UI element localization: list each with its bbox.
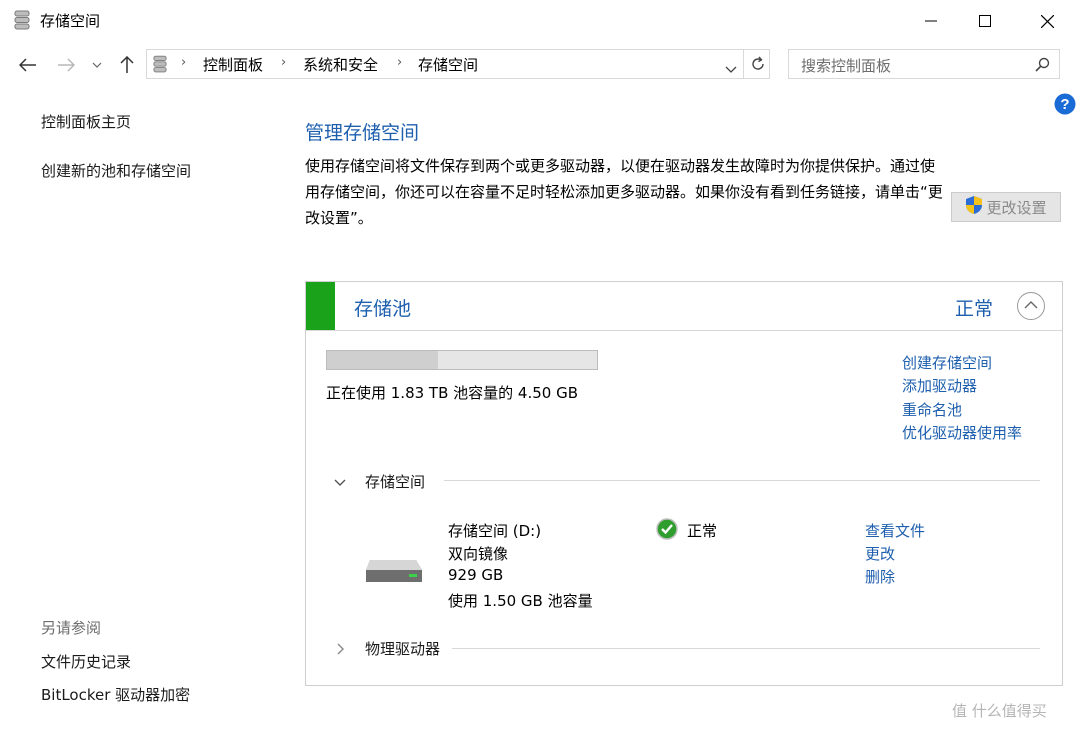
storage-pool-panel: 存储池 正常 正在使用 1.83 TB 池容量的 4.50 GB 创建存储空间 … (305, 281, 1063, 686)
up-button[interactable] (113, 52, 141, 78)
refresh-icon (752, 56, 764, 70)
breadcrumb-system-security[interactable]: 系统和安全 (303, 54, 378, 75)
search-placeholder: 搜索控制面板 (801, 57, 892, 75)
search-input[interactable]: 搜索控制面板 (788, 49, 1060, 79)
chevron-down-icon (725, 66, 737, 73)
pool-status: 正常 (955, 298, 994, 320)
breadcrumb-separator[interactable]: › (397, 55, 402, 70)
pool-header: 存储池 正常 (306, 282, 1062, 331)
breadcrumb-control-panel[interactable]: 控制面板 (203, 54, 263, 75)
hard-drive-icon (364, 556, 424, 592)
section-divider (444, 480, 1040, 481)
minimize-button[interactable] (904, 0, 958, 42)
maximize-icon (979, 15, 991, 27)
bitlocker-link[interactable]: BitLocker 驱动器加密 (41, 684, 190, 705)
control-panel-home-link[interactable]: 控制面板主页 (41, 111, 131, 132)
drive-type: 双向镜像 (448, 545, 509, 563)
change-space-link[interactable]: 更改 (865, 543, 895, 564)
close-icon (1040, 14, 1054, 28)
watermark: 值 什么值得买 (952, 702, 1047, 720)
pool-status-indicator (306, 282, 335, 330)
address-divider (743, 50, 744, 78)
title-bar: 存储空间 (0, 0, 1080, 42)
uac-shield-icon (965, 195, 983, 219)
spaces-section-label: 存储空间 (365, 473, 426, 491)
change-settings-label: 更改设置 (986, 198, 1047, 217)
page-title: 管理存储空间 (305, 122, 420, 144)
close-button[interactable] (1020, 0, 1074, 42)
chevron-down-icon (92, 62, 102, 68)
view-files-link[interactable]: 查看文件 (865, 520, 925, 541)
drive-status: 正常 (687, 522, 718, 540)
drive-name: 存储空间 (D:) (448, 522, 542, 540)
chevron-up-icon (1024, 301, 1038, 309)
chevron-right-icon (337, 643, 344, 655)
pool-title: 存储池 (354, 298, 412, 320)
pool-usage-fill (327, 351, 438, 369)
address-bar[interactable]: › 控制面板 › 系统和安全 › 存储空间 (146, 49, 770, 79)
chevron-down-icon (334, 479, 346, 486)
see-also-label: 另请参阅 (41, 619, 102, 637)
breadcrumb-storage-spaces[interactable]: 存储空间 (418, 54, 478, 75)
drive-usage: 使用 1.50 GB 池容量 (448, 592, 593, 610)
help-icon[interactable]: ? (1054, 93, 1076, 119)
maximize-button[interactable] (958, 0, 1012, 42)
spaces-section-toggle[interactable] (334, 473, 346, 491)
page-description: 使用存储空间将文件保存到两个或更多驱动器，以便在驱动器发生故障时为你提供保护。通… (305, 157, 943, 227)
collapse-pool-button[interactable] (1017, 292, 1045, 320)
drive-size: 929 GB (448, 566, 504, 584)
arrow-up-icon (120, 56, 134, 73)
breadcrumb-separator[interactable]: › (281, 55, 286, 70)
pool-usage-bar (326, 350, 598, 370)
forward-button[interactable] (52, 52, 80, 78)
physical-section-label: 物理驱动器 (365, 640, 441, 658)
window-title: 存储空间 (40, 12, 101, 30)
refresh-button[interactable] (750, 56, 766, 76)
back-button[interactable] (14, 52, 42, 78)
minimize-icon (925, 20, 937, 22)
arrow-right-icon (58, 58, 75, 72)
svg-text:?: ? (1060, 96, 1069, 113)
create-space-link[interactable]: 创建存储空间 (902, 352, 992, 373)
file-history-link[interactable]: 文件历史记录 (41, 651, 131, 672)
recent-locations-button[interactable] (86, 52, 108, 78)
optimize-drive-usage-link[interactable]: 优化驱动器使用率 (902, 422, 1022, 443)
add-drives-link[interactable]: 添加驱动器 (902, 375, 977, 396)
section-divider (452, 648, 1040, 649)
create-pool-link[interactable]: 创建新的池和存储空间 (41, 160, 191, 181)
arrow-left-icon (19, 58, 36, 72)
rename-pool-link[interactable]: 重命名池 (902, 399, 962, 420)
breadcrumb-separator: › (181, 55, 187, 70)
storage-spaces-app-icon (14, 10, 30, 34)
pool-usage-text: 正在使用 1.83 TB 池容量的 4.50 GB (326, 384, 579, 402)
address-history-dropdown[interactable] (725, 60, 737, 78)
search-icon[interactable] (1035, 57, 1050, 76)
change-settings-button[interactable]: 更改设置 (951, 192, 1061, 222)
delete-space-link[interactable]: 删除 (865, 566, 895, 587)
checkmark-ok-icon (656, 518, 678, 544)
physical-section-toggle[interactable] (337, 641, 345, 659)
storage-spaces-location-icon (153, 54, 167, 78)
